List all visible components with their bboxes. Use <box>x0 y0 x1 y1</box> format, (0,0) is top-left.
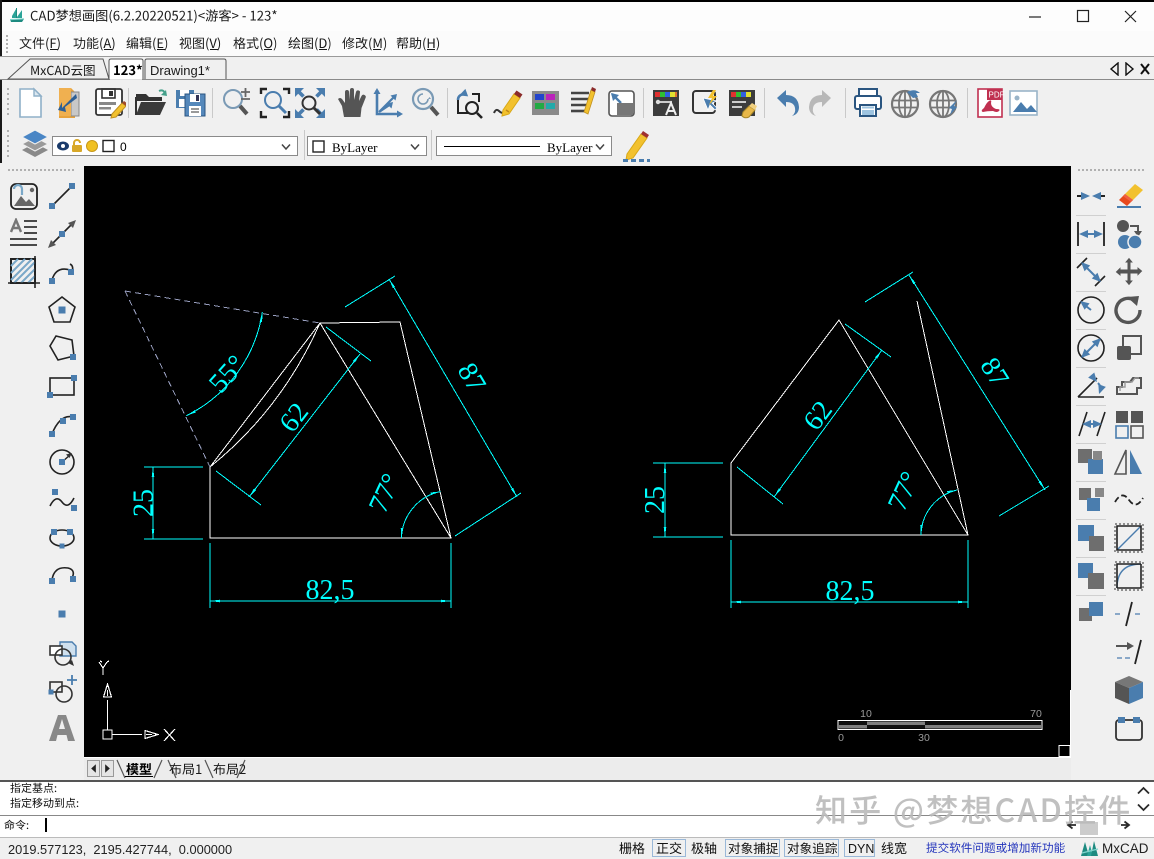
svg-text:30: 30 <box>918 732 930 744</box>
svg-text:25: 25 <box>640 486 671 514</box>
svg-text:10: 10 <box>860 708 872 720</box>
svg-text:82,5: 82,5 <box>826 576 875 607</box>
svg-text:82,5: 82,5 <box>306 575 355 606</box>
svg-text:0: 0 <box>838 732 844 744</box>
svg-text:PDF: PDF <box>989 91 1005 100</box>
svg-text:25: 25 <box>129 489 160 517</box>
svg-text:70: 70 <box>1030 708 1042 720</box>
